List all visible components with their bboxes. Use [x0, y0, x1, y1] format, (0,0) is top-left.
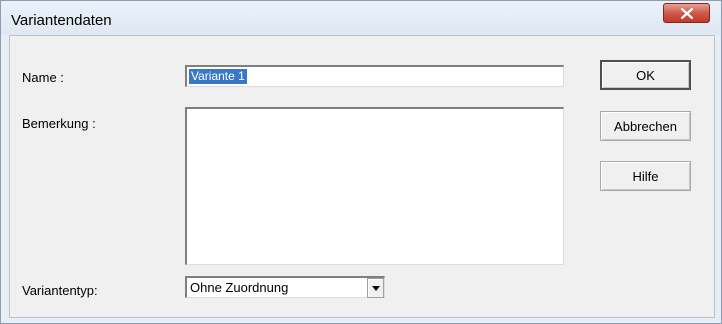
type-select[interactable]: Ohne Zuordnung	[185, 276, 385, 298]
remark-label: Bemerkung :	[22, 116, 96, 131]
title-bar[interactable]: Variantendaten	[1, 1, 721, 35]
close-icon	[681, 8, 693, 19]
cancel-button[interactable]: Abbrechen	[600, 111, 691, 141]
type-select-value: Ohne Zuordnung	[190, 280, 289, 295]
dialog-body: Name : Variante 1 Bemerkung : Variantent…	[9, 35, 715, 318]
type-label: Variantentyp:	[22, 283, 98, 298]
close-button[interactable]	[663, 3, 710, 23]
name-input[interactable]: Variante 1	[185, 65, 564, 87]
chevron-down-icon	[372, 286, 380, 291]
name-input-value: Variante 1	[189, 69, 247, 84]
name-label: Name :	[22, 70, 64, 85]
window-title: Variantendaten	[11, 12, 112, 29]
ok-button[interactable]: OK	[600, 60, 691, 90]
help-button[interactable]: Hilfe	[600, 161, 691, 191]
type-select-dropdown-button[interactable]	[367, 278, 384, 298]
dialog-window: Variantendaten Name : Variante 1 Bemerku…	[0, 0, 722, 324]
remark-textarea[interactable]	[185, 107, 564, 265]
